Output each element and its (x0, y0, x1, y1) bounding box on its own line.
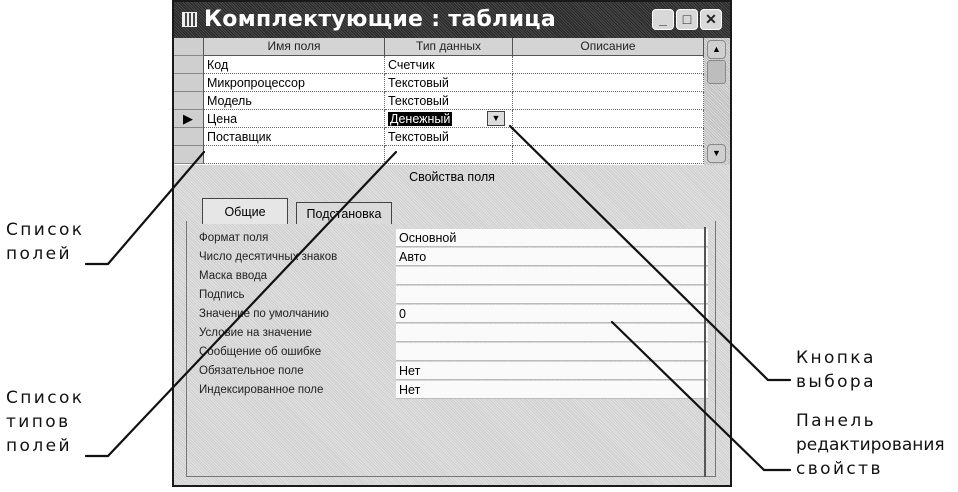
title-bar[interactable]: Комплектующие : таблица _ □ ✕ (174, 2, 730, 38)
data-type-selected-value: Денежный (388, 112, 453, 126)
property-label: Индексированное поле (199, 384, 324, 396)
scroll-down-button[interactable]: ▼ (707, 144, 726, 163)
grid-vertical-scrollbar[interactable]: ▲ ▼ (704, 38, 730, 165)
column-header-field-name[interactable]: Имя поля (204, 38, 385, 56)
property-row[interactable]: Условие на значение (199, 324, 709, 343)
property-row[interactable]: Обязательное поле Нет (199, 362, 709, 381)
callout-fields-list: Список полей (6, 218, 84, 266)
property-label: Маска ввода (199, 270, 268, 282)
scroll-up-button[interactable]: ▲ (707, 40, 726, 59)
property-row[interactable]: Подпись (199, 286, 709, 305)
tab-general[interactable]: Общие (202, 198, 288, 224)
field-properties-panel: Свойства поля Общие Подстановка Формат п… (174, 165, 730, 485)
data-type-cell[interactable]: Текстовый (385, 92, 513, 110)
property-label: Число десятичных знаков (199, 251, 338, 263)
field-name-cell[interactable]: Цена (204, 110, 385, 128)
callout-text: редактирования (796, 435, 945, 455)
grid-corner[interactable] (174, 38, 204, 56)
field-name-cell[interactable]: Модель (204, 92, 385, 110)
row-selector[interactable] (174, 56, 204, 74)
callout-text: Кнопка (796, 348, 876, 368)
row-selector[interactable] (174, 74, 204, 92)
property-row[interactable]: Сообщение об ошибке (199, 343, 709, 362)
callout-choose-button: Кнопка выбора (796, 346, 876, 394)
column-header-data-type[interactable]: Тип данных (385, 38, 513, 56)
callout-text: выбора (796, 372, 876, 392)
property-label: Сообщение об ошибке (199, 346, 322, 358)
property-value-field[interactable] (396, 267, 708, 285)
property-row[interactable]: Индексированное поле Нет (199, 381, 709, 400)
callout-text: полей (6, 436, 72, 456)
field-properties-title: Свойства поля (409, 170, 495, 184)
description-cell[interactable] (513, 128, 704, 146)
property-value-field[interactable] (396, 324, 708, 342)
property-label: Подпись (199, 289, 245, 301)
field-name-cell[interactable]: Микропроцессор (204, 74, 385, 92)
row-selector-current[interactable]: ▶ (174, 110, 204, 128)
properties-scroll-edge (704, 227, 716, 477)
property-row[interactable]: Формат поля Основной (199, 229, 709, 248)
property-value-field[interactable]: Авто (396, 248, 708, 266)
description-cell[interactable] (513, 146, 704, 164)
callout-types-list: Список типов полей (6, 386, 84, 458)
current-row-pointer-icon: ▶ (183, 111, 193, 126)
property-label: Формат поля (199, 232, 269, 244)
callout-text: Панель (796, 411, 877, 431)
close-button[interactable]: ✕ (700, 9, 722, 30)
row-selector[interactable] (174, 92, 204, 110)
description-cell[interactable] (513, 92, 704, 110)
data-type-cell[interactable] (385, 146, 513, 164)
property-value-field[interactable] (396, 343, 708, 361)
column-header-description[interactable]: Описание (513, 38, 704, 56)
description-cell[interactable] (513, 56, 704, 74)
field-grid: Имя поля Тип данных Описание Код Счетчик… (174, 38, 730, 165)
row-selector[interactable] (174, 128, 204, 146)
callout-text: Список (6, 388, 85, 408)
property-label: Условие на значение (199, 327, 312, 339)
minimize-button[interactable]: _ (652, 9, 674, 30)
scroll-thumb[interactable] (707, 60, 726, 84)
data-type-cell[interactable]: Счетчик (385, 56, 513, 74)
chevron-up-icon: ▲ (712, 44, 721, 54)
property-value-field[interactable]: 0 (396, 305, 708, 323)
field-name-cell[interactable] (204, 146, 385, 164)
property-row[interactable]: Значение по умолчанию 0 (199, 305, 709, 324)
chevron-down-icon: ▼ (712, 148, 721, 158)
callout-text: свойств (796, 459, 883, 479)
property-label: Обязательное поле (199, 365, 304, 377)
callout-text: Список (6, 220, 85, 240)
window-title: Комплектующие : таблица (204, 7, 557, 32)
property-value-field[interactable]: Нет (396, 381, 708, 399)
property-value-field[interactable] (396, 286, 708, 304)
property-label: Значение по умолчанию (199, 308, 329, 320)
field-name-cell[interactable]: Поставщик (204, 128, 385, 146)
table-design-window: Комплектующие : таблица _ □ ✕ Имя поля Т… (172, 0, 732, 487)
property-value-field[interactable]: Нет (396, 362, 708, 380)
chevron-down-icon: ▼ (491, 113, 501, 123)
data-type-dropdown-button[interactable]: ▼ (487, 111, 505, 126)
data-type-cell[interactable]: Текстовый (385, 74, 513, 92)
row-selector[interactable] (174, 146, 204, 164)
field-name-cell[interactable]: Код (204, 56, 385, 74)
maximize-button[interactable]: □ (676, 9, 698, 30)
properties-tab-pane: Формат поля Основной Число десятичных зн… (186, 221, 716, 477)
description-cell[interactable] (513, 74, 704, 92)
table-icon (182, 12, 197, 27)
data-type-cell[interactable]: Текстовый (385, 128, 513, 146)
callout-text: типов (6, 412, 71, 432)
property-row[interactable]: Число десятичных знаков Авто (199, 248, 709, 267)
description-cell[interactable] (513, 110, 704, 128)
property-value-field[interactable]: Основной (396, 229, 708, 247)
callout-text: полей (6, 244, 72, 264)
property-row[interactable]: Маска ввода (199, 267, 709, 286)
callout-properties-panel: Панель редактирования свойств (796, 409, 945, 481)
